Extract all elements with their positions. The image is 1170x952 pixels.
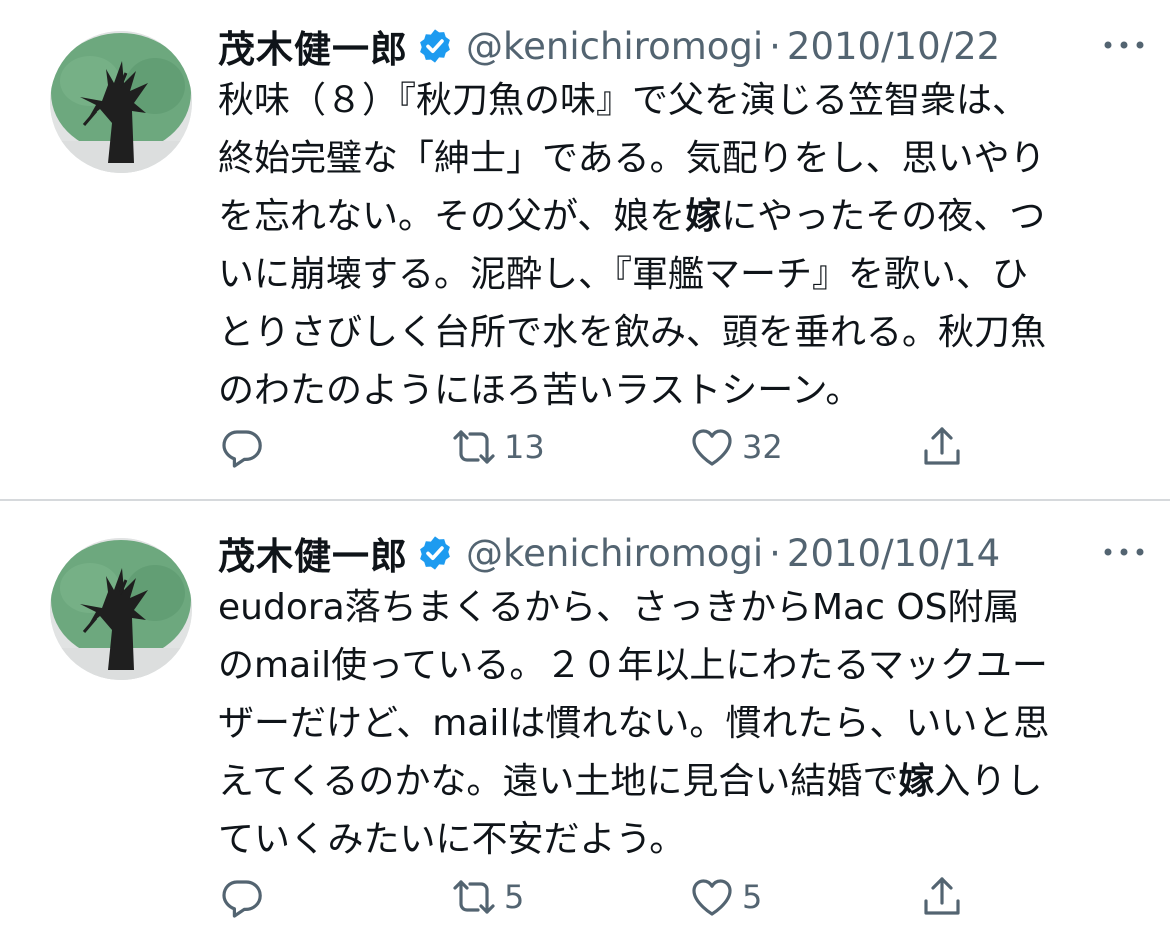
tweet-header: 茂木健一郎 @kenichiromogi · 2010/10/14	[218, 526, 1148, 580]
tweet[interactable]: 茂木健一郎 @kenichiromogi · 2010/10/22 秋味（８）『…	[0, 0, 1170, 500]
tweet-text-line: ザーだけど、mailは慣れない。慣れたら、いいと思	[218, 703, 1050, 744]
tweet-header: 茂木健一郎 @kenichiromogi · 2010/10/22	[218, 19, 1148, 73]
retweet-count: 13	[504, 428, 545, 466]
avatar-tree-drawing	[50, 31, 192, 173]
tweet-actions: 13 32	[218, 422, 978, 472]
author-handle[interactable]: @kenichiromogi	[466, 25, 763, 68]
tweet-text-line: 終始完璧な「紳士」である。気配りをし、思いやり	[218, 138, 1046, 179]
verified-badge-icon	[420, 536, 450, 570]
reply-icon	[222, 880, 262, 918]
more-icon[interactable]	[1100, 537, 1148, 567]
tweet-text-line: いに崩壊する。泥酔し、『軍艦マーチ』を歌い、ひ	[218, 254, 1029, 295]
tweet[interactable]: 茂木健一郎 @kenichiromogi · 2010/10/14 eudora…	[0, 501, 1170, 952]
author-name[interactable]: 茂木健一郎	[218, 19, 408, 73]
like-button[interactable]: 32	[688, 422, 783, 472]
share-button[interactable]	[918, 872, 966, 922]
tweet-text-line: とりさびしく台所で水を飲み、頭を垂れる。秋刀魚	[218, 312, 1047, 353]
author-handle[interactable]: @kenichiromogi	[466, 532, 763, 575]
retweet-button[interactable]: 13	[450, 422, 545, 472]
like-button[interactable]: 5	[688, 872, 762, 922]
like-count: 32	[742, 428, 783, 466]
separator-dot: ·	[769, 531, 781, 575]
tweet-text-line: のわたのようにほろ苦いラストシーン。	[218, 370, 862, 411]
highlighted-term: 嫁	[898, 761, 935, 802]
tweet-text-line: 秋味（８）『秋刀魚の味』で父を演じる笠智衆は、	[218, 80, 1029, 121]
share-button[interactable]	[918, 422, 966, 472]
tweet-actions: 5 5	[218, 872, 978, 922]
retweet-count: 5	[504, 878, 525, 916]
tweet-text-line: eudora落ちまくるから、さっきからMac OS附属	[218, 587, 1020, 628]
reply-button[interactable]	[218, 422, 266, 472]
separator-dot: ·	[769, 24, 781, 68]
tweet-text-line: を忘れない。その父が、娘を嫁にやったその夜、つ	[218, 196, 1046, 237]
reply-button[interactable]	[218, 872, 266, 922]
tweet-text: eudora落ちまくるから、さっきからMac OS附属 のmail使っている。２…	[218, 579, 1123, 869]
retweet-icon	[453, 880, 495, 914]
reply-icon	[222, 430, 262, 468]
tweet-text-line: ていくみたいに不安だよう。	[218, 819, 686, 860]
heart-icon	[692, 429, 732, 466]
like-count: 5	[742, 878, 763, 916]
avatar-tree-drawing	[50, 538, 192, 680]
avatar[interactable]	[50, 31, 192, 173]
tweet-text-line: のmail使っている。２０年以上にわたるマックユー	[218, 645, 1048, 686]
tweet-date[interactable]: 2010/10/14	[787, 532, 1000, 575]
share-icon	[924, 877, 960, 915]
share-icon	[924, 427, 960, 465]
highlighted-term: 嫁	[685, 196, 722, 237]
tweet-text: 秋味（８）『秋刀魚の味』で父を演じる笠智衆は、 終始完璧な「紳士」である。気配り…	[218, 72, 1123, 420]
more-icon[interactable]	[1100, 30, 1148, 60]
verified-badge-icon	[420, 29, 450, 63]
retweet-button[interactable]: 5	[450, 872, 524, 922]
heart-icon	[692, 879, 732, 916]
tweet-text-line: えてくるのかな。遠い土地に見合い結婚で嫁入りし	[218, 761, 1043, 802]
tweet-date[interactable]: 2010/10/22	[787, 25, 1000, 68]
avatar[interactable]	[50, 538, 192, 680]
retweet-icon	[453, 430, 495, 464]
author-name[interactable]: 茂木健一郎	[218, 526, 408, 580]
